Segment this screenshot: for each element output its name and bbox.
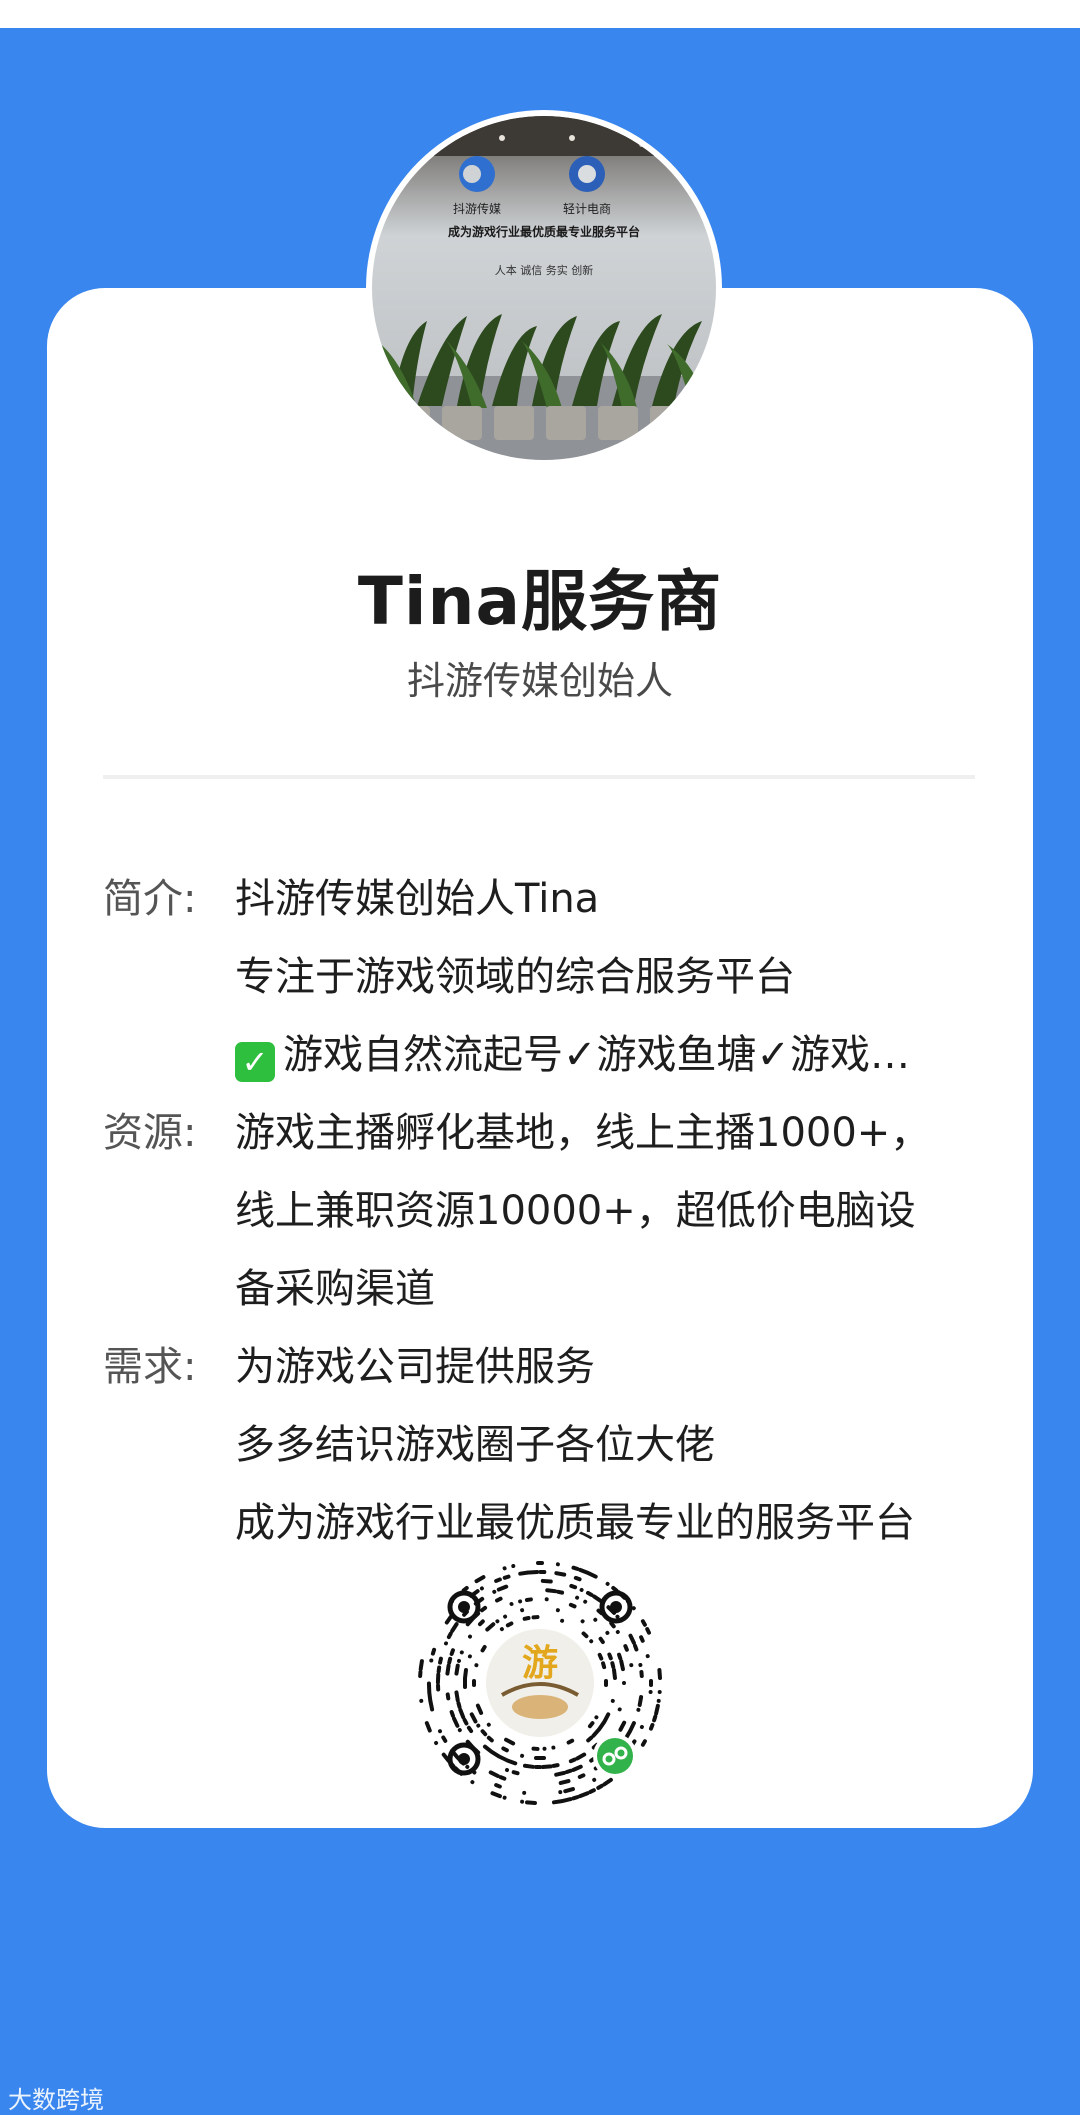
- svg-text:抖游传媒: 抖游传媒: [453, 201, 501, 216]
- svg-text:人本 诚信 务实 创新: 人本 诚信 务实 创新: [495, 263, 594, 277]
- intro-line-text: 游戏自然流起号✓游戏鱼塘✓游戏…: [283, 1032, 911, 1078]
- company-lobby-photo-icon: 抖游传媒 轻计电商 成为游戏行业最优质最专业服务平台 人本 诚信 务实 创新: [372, 116, 716, 460]
- svg-text:轻计电商: 轻计电商: [563, 201, 611, 216]
- profile-name: Tina服务商: [357, 563, 723, 640]
- footer-text: 大数跨境: [8, 2086, 104, 2114]
- info-section: 简介: 抖游传媒创始人Tina 专注于游戏领域的综合服务平台 ✓ 游戏自然流起号✓…: [103, 860, 983, 1562]
- needs-line: 为游戏公司提供服务: [235, 1344, 595, 1390]
- divider: [103, 775, 975, 779]
- check-icon: ✓: [235, 1042, 275, 1082]
- needs-label: 需求:: [103, 1344, 197, 1390]
- resources-row: 资源: 游戏主播孵化基地，线上主播1000+， 线上兼职资源10000+，超低价…: [103, 1094, 983, 1328]
- needs-line: 成为游戏行业最优质最专业的服务平台: [235, 1500, 915, 1546]
- profile-title: 抖游传媒创始人: [406, 659, 673, 703]
- svg-text:成为游戏行业最优质最专业服务平台: 成为游戏行业最优质最专业服务平台: [448, 224, 640, 239]
- qr-center-text: 游: [522, 1643, 558, 1684]
- avatar[interactable]: 抖游传媒 轻计电商 成为游戏行业最优质最专业服务平台 人本 诚信 务实 创新: [366, 110, 722, 466]
- intro-row: 简介: 抖游传媒创始人Tina 专注于游戏领域的综合服务平台 ✓ 游戏自然流起号✓…: [103, 860, 983, 1094]
- resources-line: 线上兼职资源10000+，超低价电脑设: [235, 1188, 916, 1234]
- intro-line: 抖游传媒创始人Tina: [235, 876, 600, 922]
- needs-line: 多多结识游戏圈子各位大佬: [235, 1422, 715, 1468]
- intro-line: ✓ 游戏自然流起号✓游戏鱼塘✓游戏…: [235, 1016, 983, 1094]
- resources-line: 游戏主播孵化基地，线上主播1000+，: [235, 1110, 931, 1156]
- resources-line: 备采购渠道: [235, 1266, 435, 1312]
- mini-program-qr-code-icon[interactable]: 游: [412, 1555, 668, 1811]
- watermark: 大数跨境: [8, 2080, 104, 2115]
- intro-line: 专注于游戏领域的综合服务平台: [235, 954, 795, 1000]
- mini-program-badge-icon: [593, 1734, 637, 1778]
- resources-label: 资源:: [103, 1110, 197, 1156]
- needs-row: 需求: 为游戏公司提供服务 多多结识游戏圈子各位大佬 成为游戏行业最优质最专业的…: [103, 1328, 983, 1562]
- intro-label: 简介:: [103, 876, 197, 922]
